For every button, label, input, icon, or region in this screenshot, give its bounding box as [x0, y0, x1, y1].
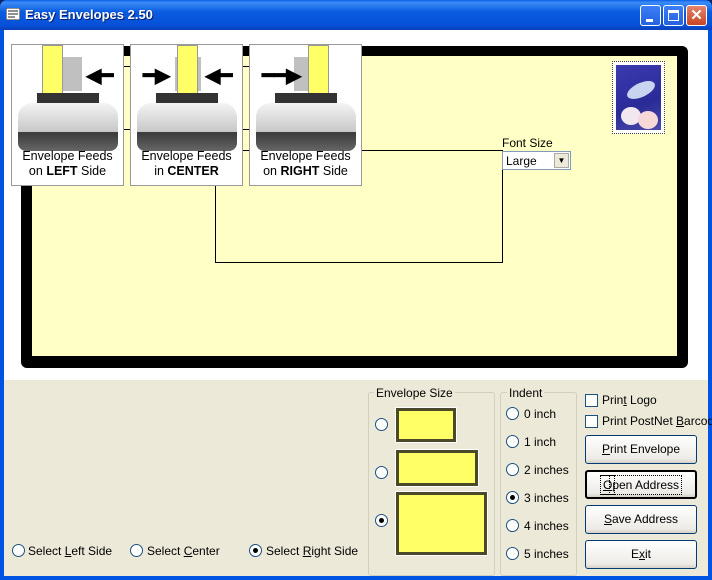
font-size-value: Large — [506, 154, 537, 168]
indent-4-label[interactable]: 4 inches — [524, 519, 569, 533]
select-right-label[interactable]: Select Right Side — [266, 544, 358, 558]
print-barcode-label[interactable]: Print PostNet Barcode — [602, 414, 712, 428]
close-button[interactable]: ✕ — [686, 5, 707, 26]
font-size-select[interactable]: Large ▼ — [502, 151, 571, 170]
feed-left-caption: Envelope Feeds on LEFT Side — [22, 149, 113, 178]
print-logo-label[interactable]: Print Logo — [602, 393, 657, 407]
envelope-size-small-radio[interactable] — [375, 418, 388, 431]
indent-4-radio[interactable] — [506, 519, 519, 532]
envelope-size-medium-image[interactable] — [396, 450, 478, 486]
indent-3-label[interactable]: 3 inches — [524, 491, 569, 505]
select-left-label[interactable]: Select Left Side — [28, 544, 112, 558]
indent-title: Indent — [507, 386, 545, 400]
title-bar[interactable]: Easy Envelopes 2.50 ✕ — [0, 0, 712, 30]
envelope-graphic — [42, 45, 63, 99]
envelope-size-large-image[interactable] — [396, 492, 487, 555]
minimize-icon — [646, 19, 653, 22]
window-title: Easy Envelopes 2.50 — [25, 7, 153, 22]
exit-button[interactable]: Exit — [585, 540, 697, 569]
app-window: Easy Envelopes 2.50 ✕ test Font Size Lar… — [0, 0, 712, 580]
select-center-label[interactable]: Select Center — [147, 544, 220, 558]
close-icon: ✕ — [690, 7, 703, 24]
printer-graphic — [137, 103, 237, 151]
printer-graphic — [256, 103, 356, 151]
font-size-label: Font Size — [502, 136, 553, 150]
indent-2-label[interactable]: 2 inches — [524, 463, 569, 477]
indent-1-label[interactable]: 1 inch — [524, 435, 556, 449]
bird-stamp-image — [616, 65, 661, 130]
feed-center-caption: Envelope Feeds in CENTER — [141, 149, 232, 178]
select-right-radio[interactable] — [249, 544, 262, 557]
select-left-radio[interactable] — [12, 544, 25, 557]
feed-right-caption: Envelope Feeds on RIGHT Side — [260, 149, 351, 178]
indent-0-radio[interactable] — [506, 407, 519, 420]
envelope-graphic — [177, 45, 198, 99]
print-envelope-button[interactable]: Print Envelope — [585, 435, 697, 464]
minimize-button[interactable] — [640, 5, 661, 26]
indent-5-radio[interactable] — [506, 547, 519, 560]
indent-5-label[interactable]: 5 inches — [524, 547, 569, 561]
arrow-right-icon: ━━▶ — [262, 65, 302, 87]
open-address-button[interactable]: Open Address — [585, 470, 697, 499]
feed-center-image[interactable]: ━▶ ◀━ Envelope Feeds in CENTER — [130, 44, 243, 186]
indent-2-radio[interactable] — [506, 463, 519, 476]
client-area: test Font Size Large ▼ — [4, 30, 712, 576]
maximize-icon — [668, 10, 679, 21]
envelope-size-title: Envelope Size — [374, 386, 455, 400]
indent-1-radio[interactable] — [506, 435, 519, 448]
envelope-size-medium-radio[interactable] — [375, 466, 388, 479]
save-address-button[interactable]: Save Address — [585, 505, 697, 534]
feed-right-image[interactable]: ━━▶ Envelope Feeds on RIGHT Side — [249, 44, 362, 186]
indent-3-radio[interactable] — [506, 491, 519, 504]
printer-graphic — [18, 103, 118, 151]
arrow-left-icon: ◀━ — [205, 65, 233, 87]
envelope-app-icon — [6, 8, 20, 20]
indent-0-label[interactable]: 0 inch — [524, 407, 556, 421]
envelope-size-large-radio[interactable] — [375, 514, 388, 527]
print-barcode-checkbox[interactable] — [585, 415, 598, 428]
chevron-down-icon[interactable]: ▼ — [554, 153, 569, 168]
select-center-radio[interactable] — [130, 544, 143, 557]
feed-left-image[interactable]: ◀━ Envelope Feeds on LEFT Side — [11, 44, 124, 186]
postage-stamp — [612, 61, 665, 134]
arrow-left-icon: ◀━ — [86, 65, 114, 87]
maximize-button[interactable] — [663, 5, 684, 26]
envelope-size-small-image[interactable] — [396, 408, 456, 442]
print-logo-checkbox[interactable] — [585, 394, 598, 407]
envelope-graphic — [308, 45, 329, 99]
arrow-right-icon: ━▶ — [143, 65, 171, 87]
